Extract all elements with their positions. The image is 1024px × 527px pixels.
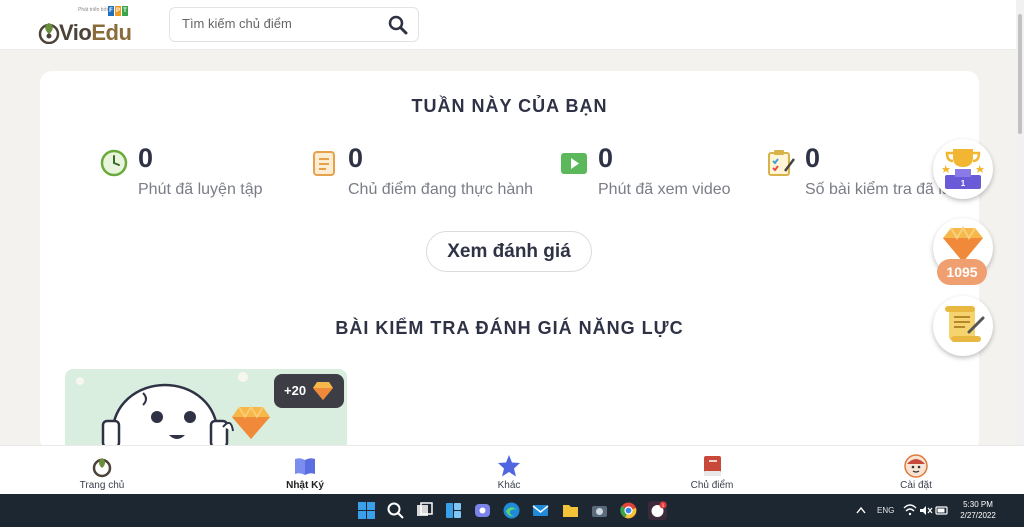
bottom-navigation: Trang chủ Nhật Ký Khác Chủ điểm Cài đặt [0,445,1024,494]
nav-home[interactable]: Trang chủ [47,450,157,494]
reward-badge: +20 [274,374,344,408]
diamond-illustration [232,405,270,439]
wifi-icon[interactable] [903,501,917,520]
stat-value: 0 [598,143,614,173]
system-clock[interactable]: 5:30 PM 2/27/2022 [955,499,1001,521]
messenger-app-icon[interactable]: 1 [648,501,667,520]
avatar-settings-icon [904,454,928,478]
nav-settings[interactable]: Cài đặt [861,450,971,494]
logo-wordmark: VioEdu [59,20,132,46]
reward-value: +20 [284,383,307,398]
camera-icon[interactable] [590,501,609,520]
clock-date: 2/27/2022 [960,511,996,520]
certificate-button[interactable] [933,296,993,356]
taskbar-search-icon[interactable] [386,501,405,520]
book-open-icon [295,458,315,475]
trophy-icon: 1 [942,149,984,189]
fpt-letter-p: P [115,6,121,16]
fpt-logo: F P T [108,6,128,16]
checklist-icon [768,150,795,176]
logo-sponsor-text: Phát triển bởi [78,7,108,13]
home-sprout-icon [92,458,112,478]
search-box [169,7,419,42]
logo-text-vio: Vio [59,20,92,45]
svg-text:1: 1 [961,179,966,188]
fpt-letter-t: T [122,6,128,16]
star-icon [498,455,520,477]
document-icon [313,151,335,176]
nav-topics[interactable]: Chủ điểm [657,450,767,494]
stat-label: Phút đã xem video [598,181,731,198]
battery-icon[interactable] [935,501,949,520]
volume-muted-icon[interactable] [919,501,933,520]
language-indicator[interactable]: ENG [877,506,894,527]
assessment-test-card[interactable]: +20 [65,369,347,451]
book-icon [704,456,721,476]
clock-icon [100,149,128,177]
stat-value: 0 [138,143,154,173]
gem-count-badge: 1095 [937,259,987,285]
chrome-icon[interactable] [619,501,638,520]
vioedu-logo[interactable]: Phát triển bởi F P T VioEdu [38,6,138,50]
main-card: TUẦN NÀY CỦA BẠN 0 Phút đã luyện tập 0 C… [40,71,979,451]
widgets-icon[interactable] [444,501,463,520]
gem-icon [313,382,333,400]
nav-label: Khác [497,480,521,491]
edge-browser-icon[interactable] [502,501,521,520]
nav-label: Trang chủ [79,480,125,491]
os-taskbar: 1 ENG 5:30 PM 2/27/2022 [0,494,1024,527]
nav-label: Cài đặt [900,480,932,491]
scroll-icon [945,306,985,342]
fpt-letter-f: F [108,6,114,16]
view-review-button[interactable]: Xem đánh giá [426,231,592,272]
assessment-title: BÀI KIỂM TRA ĐÁNH GIÁ NĂNG LỰC [335,318,684,338]
stat-value: 0 [348,143,364,173]
weekly-title: TUẦN NÀY CỦA BẠN [411,96,608,116]
leaderboard-button[interactable]: 1 [933,139,993,199]
sprout-logo-icon [38,23,60,44]
mail-icon[interactable] [531,501,550,520]
tray-chevron-up-icon[interactable] [855,501,867,520]
diamond-icon [943,226,983,262]
clock-time: 5:30 PM [963,500,993,509]
stat-label: Chủ điểm đang thực hành [348,181,534,198]
search-input[interactable] [182,16,382,31]
nav-other[interactable]: Khác [454,450,564,494]
nav-label: Nhật Ký [286,480,324,491]
stat-value: 0 [805,143,821,173]
stat-label: Phút đã luyện tập [138,181,263,198]
task-view-icon[interactable] [415,501,434,520]
teams-chat-icon[interactable] [473,501,492,520]
scrollbar-thumb[interactable] [1018,14,1022,134]
search-icon[interactable] [388,15,408,35]
file-explorer-icon[interactable] [561,501,580,520]
nav-label: Chủ điểm [690,480,734,491]
nav-diary[interactable]: Nhật Ký [250,450,360,494]
play-icon [561,153,587,174]
logo-text-edu: Edu [91,20,132,45]
top-header: Phát triển bởi F P T VioEdu [0,0,1024,50]
windows-start-icon[interactable] [357,501,376,520]
